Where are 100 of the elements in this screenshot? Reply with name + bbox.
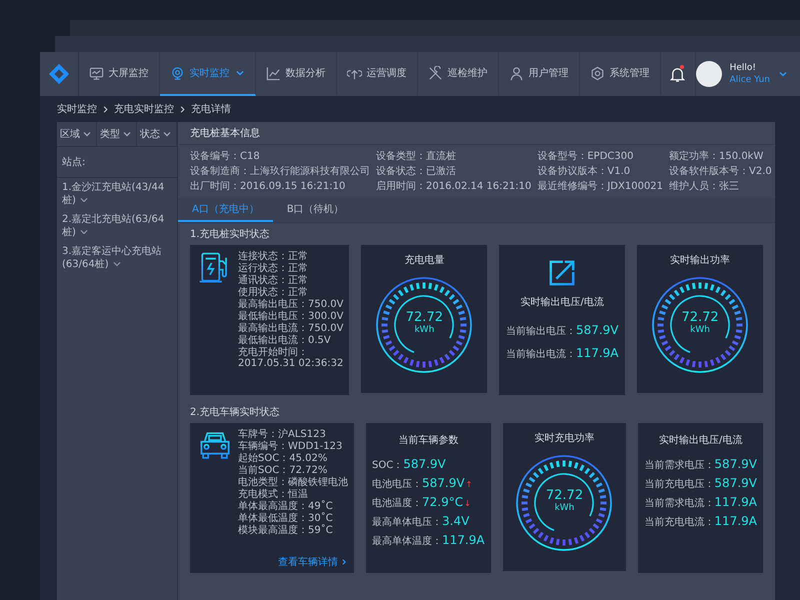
reading-label: 最高单体温度： — [372, 534, 442, 548]
bell-icon — [669, 66, 686, 82]
trend-arrow: ↓ — [464, 499, 471, 508]
info-field: 设备编号：C18 — [190, 150, 370, 163]
reading-value: 587.9V — [403, 457, 446, 471]
filter-dropdown[interactable]: 区域 — [57, 122, 97, 146]
chevron-down-icon[interactable] — [778, 69, 788, 79]
reading-value: 117.9A — [442, 533, 485, 547]
trend-arrow: ↑ — [466, 480, 472, 489]
status-line: 通讯状态：正常 — [238, 275, 309, 286]
nav-item[interactable]: 运营调度 — [336, 52, 418, 96]
start-time-value: 2017.05.31 02:36:32 — [238, 358, 344, 370]
info-field: 设备软件版本号：V2.0 — [669, 165, 772, 178]
reading-value: 3.4V — [442, 514, 470, 528]
status-line: 最低输出电流：0.5V — [238, 335, 332, 346]
chevron-right-icon — [101, 104, 110, 114]
filter-dropdown[interactable]: 类型 — [97, 122, 137, 146]
card-title: 实时充电功率 — [534, 432, 594, 445]
section-title: 充电桩基本信息 — [178, 122, 775, 145]
gauge-value: 72.72 — [406, 310, 443, 325]
nav-item[interactable]: 系统管理 — [580, 52, 661, 96]
gauge-value: 72.72 — [546, 488, 584, 503]
reading-value: 587.9V — [714, 476, 757, 490]
breadcrumb-link[interactable]: 充电实时监控 — [114, 102, 174, 116]
avatar[interactable] — [696, 61, 722, 87]
greeting-text: Hello! — [730, 62, 758, 74]
location-target-icon — [170, 66, 185, 80]
reading-value: 587.9V — [714, 457, 757, 471]
gauge-value: 72.72 — [681, 310, 719, 325]
start-time-label: 充电开始时间： — [238, 347, 309, 358]
reading-label: 电池电压： — [372, 478, 422, 491]
vehicle-info-line: 当前SOC：72.72% — [238, 465, 328, 476]
card-title: 实时输出电压/电流 — [659, 434, 742, 447]
stations-label: 站点: — [57, 147, 177, 178]
status-line: 使用状态：正常 — [238, 287, 309, 298]
card-title: 当前车辆参数 — [398, 434, 458, 447]
info-field: 设备类型：直流桩 — [376, 150, 532, 163]
info-field: 启用时间：2016.02.14 16:21:10 — [376, 180, 532, 193]
vehicle-details-link[interactable]: 查看车辆详情 — [278, 555, 348, 569]
port-tab[interactable]: A口（充电中） — [178, 198, 273, 222]
station-item[interactable]: 3.嘉定客运中心充电站(63/64桩) — [57, 242, 177, 274]
user-name[interactable]: Alice Yun — [730, 74, 770, 86]
reading-label: 当前充电电压： — [644, 478, 714, 491]
user-icon — [508, 66, 524, 80]
reading-label: 当前输出电压： — [506, 324, 576, 338]
chevron-right-icon — [178, 104, 187, 114]
gauge-unit: kWh — [414, 325, 434, 336]
chevron-down-icon — [82, 129, 92, 139]
reading-label: 电池温度： — [372, 496, 422, 510]
info-field: 设备状态：已激活 — [376, 165, 532, 178]
card-title: 实时输出电压/电流 — [520, 296, 604, 309]
reading-value: 117.9A — [576, 346, 618, 360]
reading-label: 当前输出电流： — [506, 348, 576, 361]
status-line: 运行状态：正常 — [238, 263, 309, 274]
vehicle-info-line: 起始SOC：45.02% — [238, 453, 328, 464]
reading-value: 587.9V — [576, 323, 618, 337]
gear-icon — [590, 66, 605, 80]
status-line: 连接状态：正常 — [238, 251, 309, 262]
info-field: 最近维修编号：JDX100021 — [537, 180, 664, 193]
vehicle-info-line: 单体最低温度：30˚C — [238, 513, 334, 524]
port-tab[interactable]: B口（待机） — [272, 198, 358, 222]
nav-item[interactable]: 实时监控 — [160, 52, 256, 96]
vehicle-info-line: 模块最高温度：59˚C — [238, 525, 334, 537]
monitor-icon — [88, 66, 104, 80]
reading-label: 最高单体电压： — [372, 516, 442, 529]
reading-label: 当前充电电流： — [644, 516, 714, 529]
station-item[interactable]: 1.金沙江充电站(43/44桩) — [57, 178, 177, 210]
line-chart-icon — [266, 66, 281, 80]
section-title: 1.充电桩实时状态 — [189, 228, 271, 242]
reading-label: 当前需求电流： — [644, 496, 714, 510]
card-title: 充电电量 — [404, 254, 444, 267]
reading-value: 587.9V — [422, 476, 465, 490]
chevron-down-icon — [162, 129, 172, 139]
external-link-icon — [548, 259, 576, 287]
reading-label: 当前需求电压： — [644, 458, 714, 472]
reading-label: SOC： — [372, 459, 404, 472]
vehicle-info-line: 单体最高温度：49˚C — [238, 501, 334, 512]
nav-item[interactable]: 大屏监控 — [78, 52, 160, 96]
status-line: 最低输出电压：300.0V — [238, 311, 344, 322]
info-field: 设备协议版本：V1.0 — [537, 165, 664, 178]
status-line: 最高输出电压：750.0V — [238, 299, 344, 310]
section-title: 2.充电车辆实时状态 — [189, 406, 281, 420]
info-field: 维护人员：张三 — [669, 180, 772, 193]
breadcrumb-link[interactable]: 实时监控 — [57, 102, 97, 116]
reading-value: 72.9°C — [422, 495, 464, 509]
info-field: 设备制造商：上海玖行能源科技有限公司 — [190, 165, 370, 178]
gauge-unit: kWh — [690, 325, 710, 336]
chevron-right-icon — [340, 558, 348, 566]
nav-item[interactable]: 数据分析 — [256, 52, 337, 96]
nav-item[interactable]: 巡检维护 — [418, 52, 499, 96]
nav-item[interactable]: 用户管理 — [498, 52, 580, 96]
logo-icon — [48, 63, 70, 85]
vehicle-info-line: 电池类型：磷酸铁锂电池 — [238, 477, 348, 488]
gauge-unit: kWh — [554, 503, 574, 514]
chevron-down-icon — [122, 129, 132, 139]
vehicle-info-line: 充电模式：恒温 — [238, 489, 308, 500]
station-item[interactable]: 2.嘉定北充电站(63/64桩) — [57, 210, 177, 242]
filter-dropdown[interactable]: 状态 — [137, 122, 177, 146]
vehicle-info-line: 车辆编号：WDD1-123 — [238, 441, 344, 452]
tools-icon — [428, 66, 443, 80]
